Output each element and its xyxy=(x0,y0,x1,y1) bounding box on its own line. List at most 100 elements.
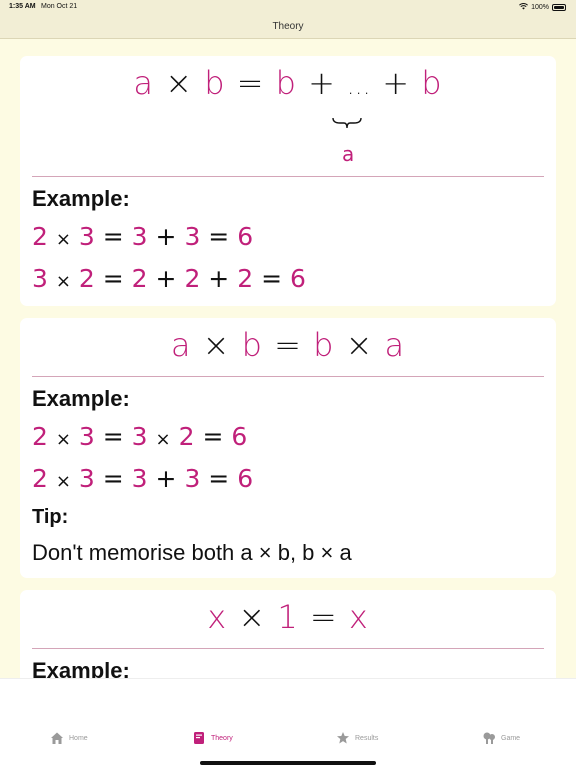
divider xyxy=(32,376,544,377)
tab-theory[interactable]: Theory xyxy=(192,731,233,745)
example-token: 3 xyxy=(184,464,201,493)
formula-token: x xyxy=(348,598,369,636)
example-token: × xyxy=(55,271,71,292)
example-token: 3 xyxy=(184,222,201,251)
formula-token: × xyxy=(345,326,374,364)
book-icon xyxy=(192,731,206,745)
status-bar: 1:35 AM Mon Oct 21 100% xyxy=(0,0,576,14)
battery-percent: 100% xyxy=(531,4,549,11)
tab-label: Game xyxy=(501,734,521,742)
example-line: 3 × 2 = 2 + 2 + 2 = 6 xyxy=(32,264,306,293)
formula-identity: x × 1 = x xyxy=(20,598,556,636)
example-token: = xyxy=(208,464,230,493)
example-token: 6 xyxy=(237,464,254,493)
example-token: + xyxy=(208,264,230,293)
tab-home[interactable]: Home xyxy=(50,731,88,745)
game-icon xyxy=(482,731,496,745)
example-token: 3 xyxy=(78,464,95,493)
battery-icon xyxy=(552,4,566,11)
divider xyxy=(32,176,544,177)
example-token: 3 xyxy=(78,222,95,251)
tab-bar: Home Theory Results Game xyxy=(0,678,576,768)
example-token: 3 xyxy=(131,422,148,451)
divider xyxy=(32,648,544,649)
tab-label: Results xyxy=(355,734,379,742)
formula-token: x xyxy=(207,598,228,636)
example-token: 6 xyxy=(231,422,248,451)
example-token: 2 xyxy=(32,422,48,451)
navigation-bar: Theory xyxy=(0,14,576,39)
example-token: 2 xyxy=(78,264,95,293)
formula-repeated-addition: a × b = b + ... + b xyxy=(20,64,556,102)
formula-token: 1 xyxy=(277,598,299,636)
formula-commutative: a × b = b × a xyxy=(20,326,556,364)
example-token: = xyxy=(261,264,283,293)
theory-card-commutative: a × b = b × a Example: 2 × 3 = 3 × 2 = 6… xyxy=(20,318,556,578)
status-time: 1:35 AM xyxy=(9,3,36,10)
example-token: = xyxy=(208,222,230,251)
example-token: 2 xyxy=(32,222,48,251)
example-token: 2 xyxy=(131,264,148,293)
formula-token: + xyxy=(308,64,336,102)
tab-label: Home xyxy=(69,734,88,742)
formula-token: × xyxy=(202,326,231,364)
example-token: × xyxy=(55,471,71,492)
theory-card-repeated-addition: a × b = b + ... + b a Example: 2 × 3 = 3… xyxy=(20,56,556,306)
formula-token: b xyxy=(204,64,226,102)
example-token: 2 xyxy=(32,464,48,493)
formula-token: a xyxy=(384,326,406,364)
status-indicators: 100% xyxy=(519,3,566,12)
formula-token: a xyxy=(133,64,155,102)
formula-token: a xyxy=(170,326,192,364)
example-token: + xyxy=(155,264,177,293)
formula-token: b xyxy=(275,64,297,102)
example-token: = xyxy=(202,422,224,451)
formula-token: b xyxy=(241,326,263,364)
example-token: 3 xyxy=(131,222,148,251)
example-token: 2 xyxy=(178,422,195,451)
example-token: 3 xyxy=(32,264,48,293)
example-token: 3 xyxy=(131,464,148,493)
formula-token: b xyxy=(313,326,335,364)
tab-results[interactable]: Results xyxy=(336,731,378,745)
example-heading: Example: xyxy=(32,658,130,678)
theory-card-identity: x × 1 = x Example: xyxy=(20,590,556,678)
example-line: 2 × 3 = 3 + 3 = 6 xyxy=(32,222,253,251)
underbrace-label: a xyxy=(342,142,355,166)
example-token: + xyxy=(155,222,177,251)
example-token: × xyxy=(55,429,71,450)
tab-game[interactable]: Game xyxy=(482,731,520,745)
example-token: 3 xyxy=(78,422,95,451)
example-token: = xyxy=(102,264,124,293)
star-icon xyxy=(336,731,350,745)
status-date: Mon Oct 21 xyxy=(41,3,78,10)
example-token: = xyxy=(102,464,124,493)
example-line: 2 × 3 = 3 + 3 = 6 xyxy=(32,464,253,493)
wifi-icon xyxy=(519,3,529,12)
example-token: 2 xyxy=(237,264,254,293)
house-icon xyxy=(50,731,64,745)
formula-token: × xyxy=(165,64,194,102)
home-indicator[interactable] xyxy=(200,761,376,765)
formula-token: = xyxy=(274,326,302,364)
formula-token: + xyxy=(382,64,411,102)
theory-content[interactable]: a × b = b + ... + b a Example: 2 × 3 = 3… xyxy=(0,40,576,678)
example-token: × xyxy=(155,429,171,450)
example-token: 6 xyxy=(237,222,254,251)
example-heading: Example: xyxy=(32,386,130,411)
example-token: 2 xyxy=(184,264,201,293)
formula-token: b xyxy=(421,64,443,102)
tab-label: Theory xyxy=(211,734,233,742)
example-token: + xyxy=(155,464,177,493)
tip-text: Don't memorise both a × b, b × a xyxy=(32,540,352,565)
formula-token: = xyxy=(309,598,338,636)
example-token: = xyxy=(102,222,124,251)
formula-token: ... xyxy=(347,75,372,100)
example-heading: Example: xyxy=(32,186,130,211)
formula-token: = xyxy=(236,64,265,102)
example-line: 2 × 3 = 3 × 2 = 6 xyxy=(32,422,247,451)
example-token: × xyxy=(55,229,71,250)
page-title: Theory xyxy=(272,21,304,32)
underbrace-icon xyxy=(332,111,362,136)
example-token: = xyxy=(102,422,124,451)
